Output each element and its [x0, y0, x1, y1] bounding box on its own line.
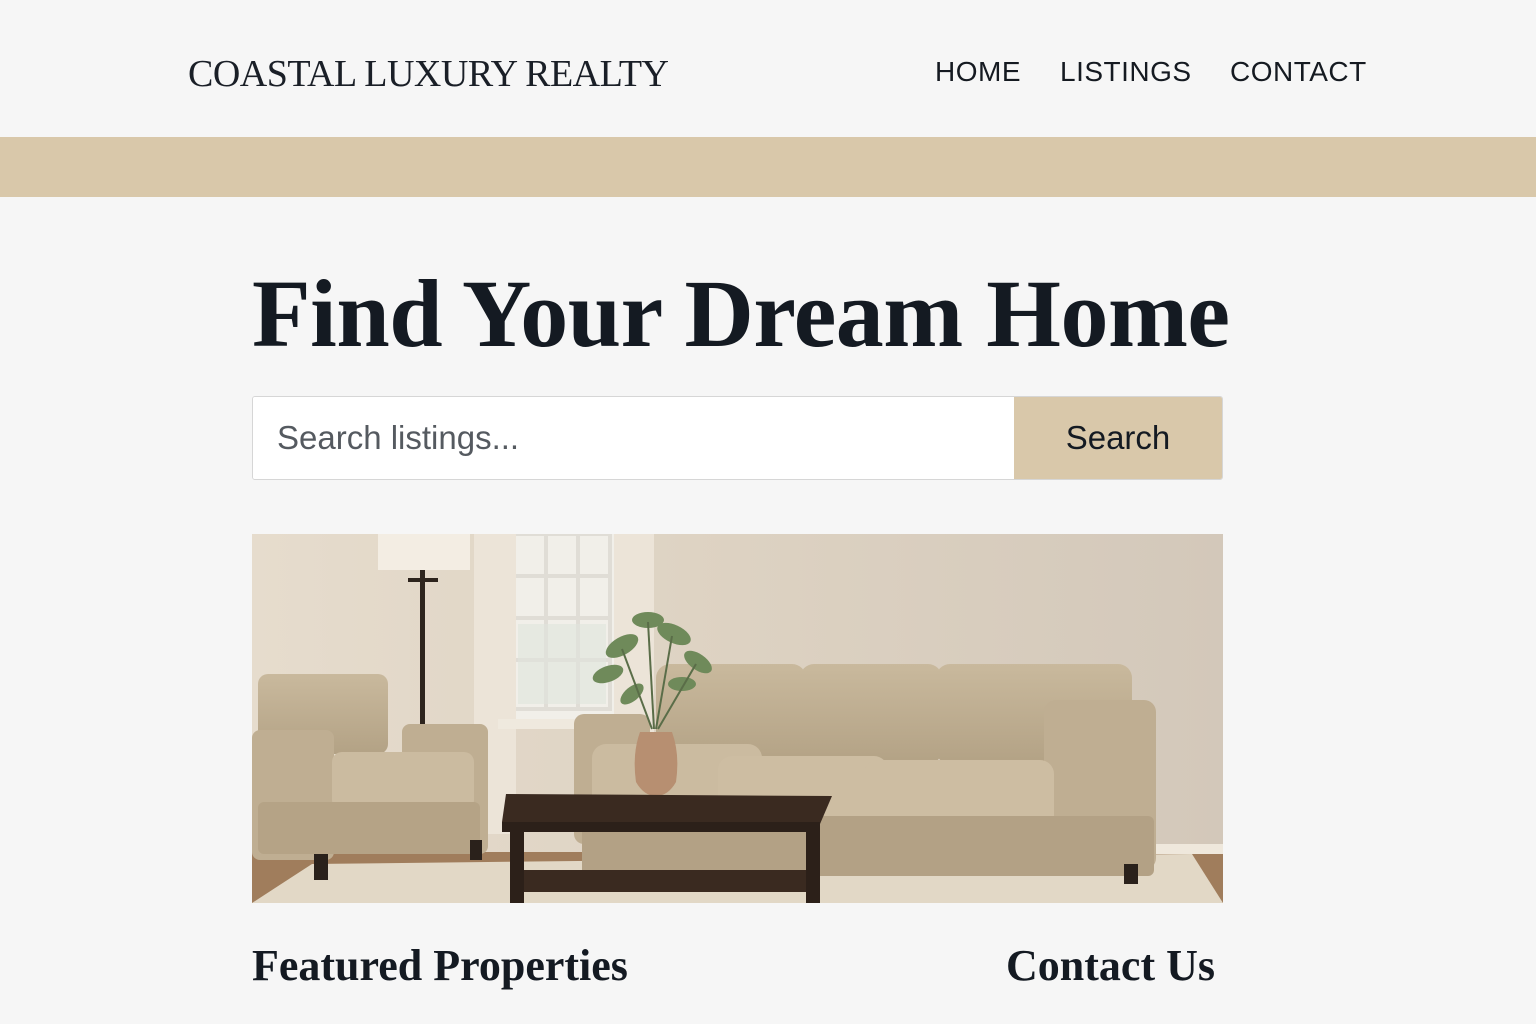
hero-title: Find Your Dream Home: [252, 260, 1230, 367]
accent-band: [0, 137, 1536, 197]
nav-home-link[interactable]: HOME: [935, 56, 1021, 88]
hero-image: [252, 534, 1223, 903]
nav-listings-link[interactable]: LISTINGS: [1060, 56, 1192, 88]
nav-contact-link[interactable]: CONTACT: [1230, 56, 1367, 88]
main-nav: HOME LISTINGS CONTACT: [0, 56, 1536, 92]
contact-us-heading: Contact Us: [1006, 941, 1215, 990]
featured-properties-heading: Featured Properties: [252, 941, 628, 990]
search-bar: Search: [252, 396, 1223, 480]
search-input[interactable]: [253, 397, 1014, 479]
living-room-illustration: [252, 534, 1223, 903]
search-button[interactable]: Search: [1014, 397, 1222, 479]
site-header: COASTAL LUXURY REALTY HOME LISTINGS CONT…: [0, 0, 1536, 137]
